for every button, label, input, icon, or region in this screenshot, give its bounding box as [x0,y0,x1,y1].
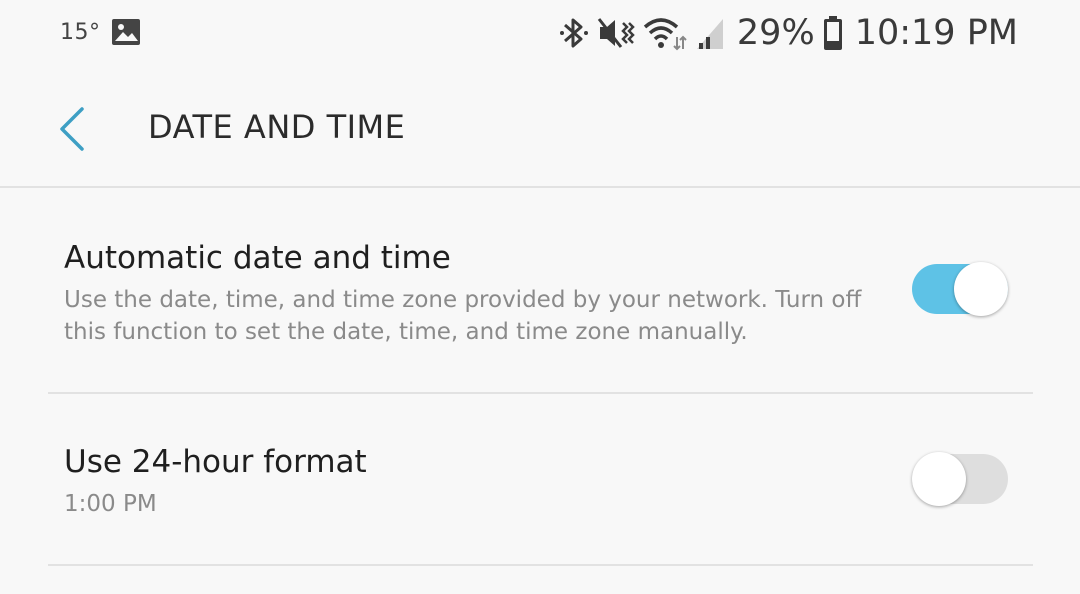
chevron-left-icon [52,107,96,158]
setting-24-hour-format[interactable]: Use 24-hour format 1:00 PM [48,394,1033,566]
app-header: DATE AND TIME [0,66,1080,188]
mute-vibrate-icon [597,15,635,51]
cell-signal-icon [695,15,725,51]
wifi-icon [643,15,687,51]
clock-text: 10:19 PM [854,12,1018,53]
temperature-text: 15° [60,19,101,45]
bluetooth-icon [559,15,589,51]
status-bar: 15° 29% 10:19 PM [0,0,1080,66]
toggle-knob [912,452,966,506]
24-hour-format-toggle[interactable] [912,452,1008,506]
battery-icon [823,15,843,51]
automatic-date-time-toggle[interactable] [912,262,1008,316]
setting-description: Use the date, time, and time zone provid… [64,287,862,345]
battery-percent-text: 29% [736,12,815,53]
page-title: DATE AND TIME [148,108,406,146]
status-bar-right: 29% 10:19 PM [559,10,1018,56]
setting-title: Automatic date and time [64,240,451,276]
setting-description: 1:00 PM [64,491,157,517]
toggle-knob [954,262,1008,316]
status-bar-left: 15° [60,14,141,50]
setting-automatic-date-time[interactable]: Automatic date and time Use the date, ti… [48,190,1033,394]
back-button[interactable] [52,104,96,154]
setting-title: Use 24-hour format [64,444,367,480]
image-icon [111,17,141,47]
